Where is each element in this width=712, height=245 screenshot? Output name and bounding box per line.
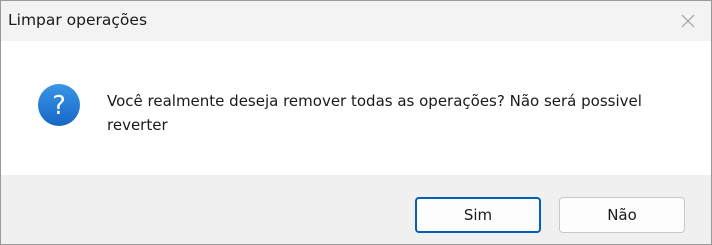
confirm-dialog: Limpar operações ? Você realmente deseja… [0, 0, 712, 245]
close-button[interactable] [665, 1, 711, 41]
close-icon [681, 14, 695, 28]
svg-text:?: ? [52, 91, 66, 121]
yes-button[interactable]: Sim [415, 197, 541, 233]
dialog-message: Você realmente deseja remover todas as o… [107, 92, 642, 134]
question-icon: ? [38, 84, 80, 126]
title-bar: Limpar operações [1, 1, 711, 41]
dialog-title: Limpar operações [8, 11, 148, 29]
no-button[interactable]: Não [559, 197, 685, 233]
dialog-content: ? Você realmente deseja remover todas as… [1, 41, 711, 175]
dialog-footer: Sim Não [1, 175, 711, 244]
